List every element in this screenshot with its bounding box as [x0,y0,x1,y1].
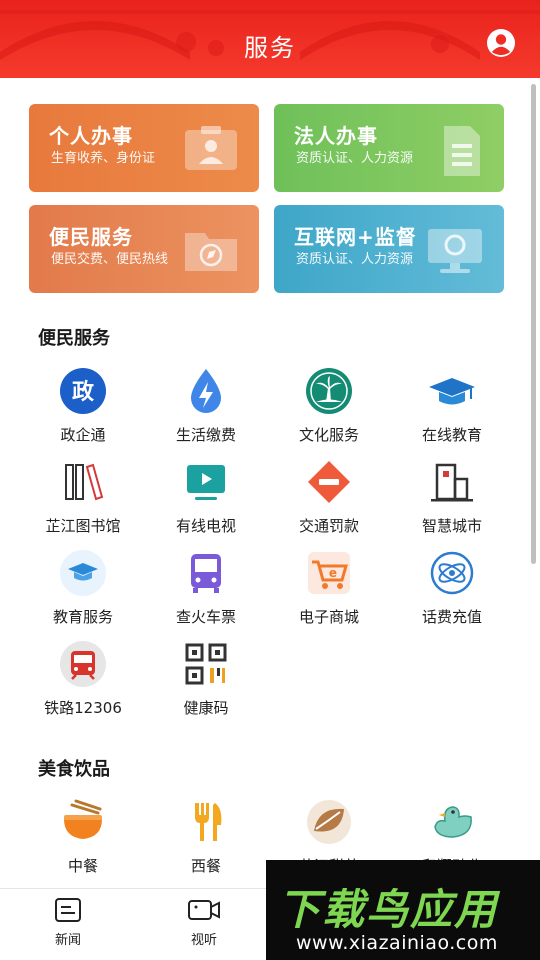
zheng-badge-icon: 政 [60,368,106,414]
service-label: 文化服务 [298,426,359,444]
tea-leaf-icon [307,800,351,844]
building-icon [431,463,473,502]
service-label: 查火车票 [175,608,236,626]
noodle-bowl-icon [64,799,102,839]
service-item-traffic-fine[interactable]: 交通罚款 [264,457,394,536]
card-internet-supervision[interactable]: 互联网+监督 资质认证、人力资源 [274,205,504,293]
nav-label: 视听 [190,933,217,948]
nav-label: 新闻 [54,933,81,948]
food-item-chinese[interactable]: 中餐 [18,797,148,876]
service-item-cable-tv[interactable]: 有线电视 [141,457,271,536]
card-title: 个人办事 [49,124,133,148]
service-item-health-code[interactable]: 健康码 [141,639,271,718]
page-title: 服务 [244,34,296,62]
folder-compass-icon [185,233,237,271]
bus-icon [191,554,221,593]
card-subtitle: 便民交费、便民热线 [51,252,169,267]
service-label: 在线教育 [421,426,482,444]
water-drop-bolt-icon [191,369,221,413]
nav-item-video[interactable]: 视听 [174,897,234,948]
service-label: 政企通 [60,426,106,444]
service-label: 健康码 [183,699,229,717]
section-title-convenience: 便民服务 [38,328,110,349]
section-title-food: 美食饮品 [38,759,110,780]
service-item-train-tickets[interactable]: 查火车票 [141,548,271,627]
service-label: 交通罚款 [298,517,359,535]
graduation-badge-icon [60,550,106,596]
service-item-e-mall[interactable]: e 电子商城 [264,548,394,627]
duck-icon [434,806,472,838]
service-item-online-education[interactable]: 在线教育 [387,366,517,445]
card-subtitle: 生育收养、身份证 [51,151,156,166]
service-label: 西餐 [190,857,221,875]
service-label: 有线电视 [175,517,236,535]
app-header: 服务 [0,0,540,78]
svg-text:政: 政 [72,379,95,405]
palm-tree-icon [306,368,352,414]
scrollbar[interactable] [531,84,536,564]
service-label: 智慧城市 [421,517,482,535]
service-label: 电子商城 [298,608,359,626]
watermark-logo: 下载鸟应用 [278,885,499,934]
id-card-icon [185,126,237,170]
service-item-smart-city[interactable]: 智慧城市 [387,457,517,536]
books-icon [65,463,104,501]
user-circle-icon[interactable] [486,28,516,58]
service-item-zhijiang-library[interactable]: 芷江图书馆 [18,457,148,536]
service-item-zhengqitong[interactable]: 政 政企通 [18,366,148,445]
svg-text:e: e [329,566,337,580]
card-legal-affairs[interactable]: 法人办事 资质认证、人力资源 [274,104,504,192]
nav-item-news[interactable]: 新闻 [38,897,98,948]
card-title: 互联网+监督 [294,225,417,249]
news-icon [55,898,81,922]
food-item-western[interactable]: 西餐 [141,797,271,876]
watermark-url: www.xiazainiao.com [296,932,498,954]
card-title: 法人办事 [294,124,378,148]
watermark: 下载鸟应用 www.xiazainiao.com [266,860,540,960]
train-icon [60,641,106,687]
service-label: 芷江图书馆 [45,517,121,535]
fork-knife-icon [195,803,222,841]
service-label: 话费充值 [421,608,482,626]
service-item-phone-recharge[interactable]: 话费充值 [387,548,517,627]
service-label: 中餐 [67,857,98,875]
service-item-railway-12306[interactable]: 铁路12306 [18,639,148,718]
card-convenience-service[interactable]: 便民服务 便民交费、便民热线 [29,205,259,293]
service-label: 生活缴费 [175,426,236,444]
card-personal-affairs[interactable]: 个人办事 生育收养、身份证 [29,104,259,192]
monitor-icon [428,229,482,273]
tv-play-icon [187,465,225,500]
service-label: 铁路12306 [44,699,122,717]
card-subtitle: 资质认证、人力资源 [296,252,414,267]
no-entry-icon [308,461,350,503]
shopping-cart-icon: e [308,552,350,594]
video-camera-icon [188,900,220,920]
service-label: 教育服务 [52,608,113,626]
card-subtitle: 资质认证、人力资源 [296,151,414,166]
graduation-cap-icon [429,378,475,405]
card-title: 便民服务 [49,225,133,249]
document-icon [444,126,480,176]
service-item-living-payment[interactable]: 生活缴费 [141,366,271,445]
atom-icon [430,551,474,595]
service-item-education-service[interactable]: 教育服务 [18,548,148,627]
service-item-culture[interactable]: 文化服务 [264,366,394,445]
qr-code-icon [185,643,227,685]
